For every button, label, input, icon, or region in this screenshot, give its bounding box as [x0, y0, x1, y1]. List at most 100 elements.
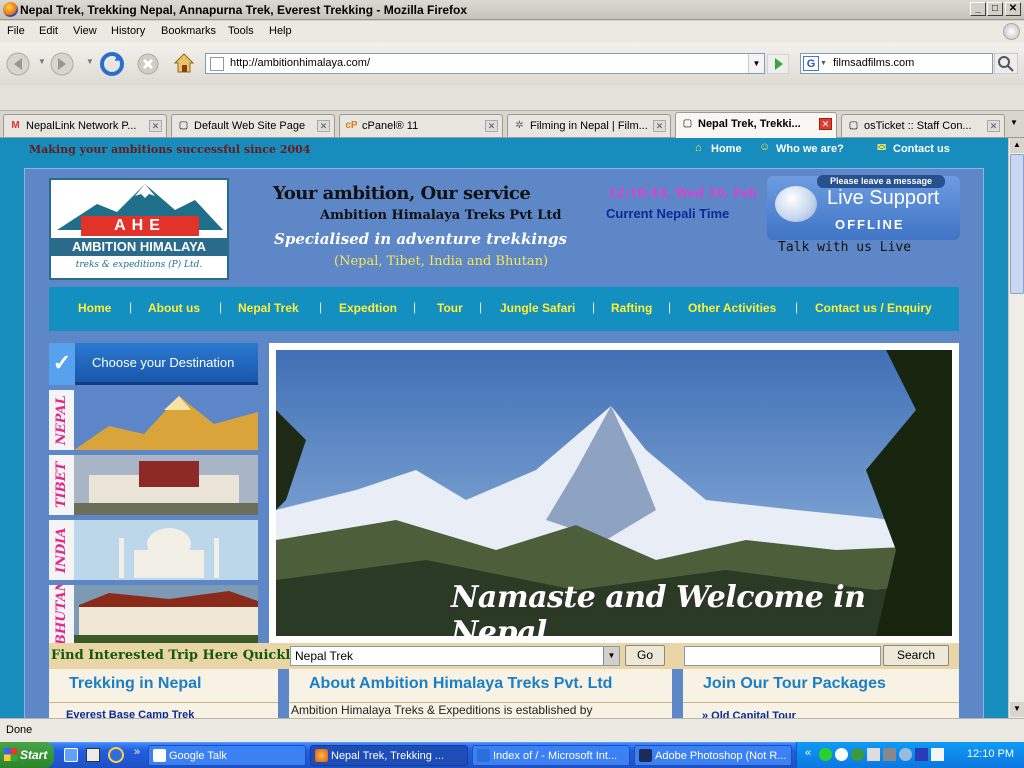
trip-select-value[interactable]: Nepal Trek	[295, 649, 353, 663]
minimize-button[interactable]: _	[970, 2, 986, 16]
tray-network-icon[interactable]	[867, 748, 880, 761]
tray-status-icon[interactable]	[835, 748, 848, 761]
tab-osticket[interactable]: ▢ osTicket :: Staff Con... ✕	[841, 114, 1005, 137]
menu-view[interactable]: View	[73, 25, 97, 37]
live-support-status: OFFLINE	[835, 217, 905, 232]
destination-label: TIBET	[49, 455, 74, 515]
taskbar-google-talk[interactable]: Google Talk	[148, 745, 306, 766]
tab-nepallink[interactable]: M NepalLink Network P... ✕	[3, 114, 167, 137]
keyword-search-input[interactable]	[684, 646, 881, 666]
forward-icon[interactable]	[50, 52, 80, 76]
tab-list-icon[interactable]: ▼	[1010, 118, 1018, 127]
site-logo[interactable]: AHE AMBITION HIMALAYA treks & expedition…	[49, 178, 229, 280]
destination-bhutan[interactable]: BHUTAN	[49, 585, 258, 645]
back-dropdown-icon[interactable]: ▼	[38, 57, 46, 66]
live-support-widget[interactable]: Please leave a message Live Support OFFL…	[767, 175, 960, 240]
nav-home[interactable]: Home	[78, 301, 111, 315]
nav-separator: |	[479, 300, 483, 314]
toplink-contact-us[interactable]: Contact us	[893, 143, 950, 155]
url-dropdown-icon[interactable]: ▼	[748, 54, 764, 73]
close-button[interactable]: ✕	[1005, 2, 1021, 16]
potala-image	[49, 455, 258, 515]
start-button[interactable]: Start	[0, 742, 54, 768]
menu-help[interactable]: Help	[269, 25, 292, 37]
tray-clock[interactable]: 12:10 PM	[967, 748, 1014, 760]
menu-file[interactable]: File	[7, 25, 25, 37]
tray-app2-icon[interactable]	[931, 748, 944, 761]
menu-edit[interactable]: Edit	[39, 25, 58, 37]
nav-separator: |	[319, 300, 323, 314]
quicklaunch-more-icon[interactable]: »	[134, 746, 140, 758]
toplink-home[interactable]: Home	[711, 143, 742, 155]
tray-expand-icon[interactable]: «	[805, 747, 811, 759]
nav-separator: |	[592, 300, 596, 314]
loading-icon: ✲	[515, 120, 524, 131]
search-engine-box[interactable]: G ▼ filmsadfilms.com	[800, 53, 993, 74]
nav-jungle-safari[interactable]: Jungle Safari	[500, 301, 575, 315]
tab-label: cPanel® 11	[362, 120, 419, 132]
nav-other-activities[interactable]: Other Activities	[688, 301, 776, 315]
home-icon[interactable]	[172, 51, 196, 75]
scroll-down-icon[interactable]: ▼	[1010, 702, 1024, 717]
tab-label: osTicket :: Staff Con...	[864, 120, 972, 132]
tray-app-icon[interactable]	[915, 748, 928, 761]
stop-icon[interactable]	[136, 52, 160, 76]
menu-history[interactable]: History	[111, 25, 145, 37]
tab-default-web-site[interactable]: ▢ Default Web Site Page ✕	[171, 114, 335, 137]
tray-volume-icon[interactable]	[883, 748, 896, 761]
tab-close-icon[interactable]: ✕	[819, 118, 832, 130]
search-icon[interactable]	[994, 53, 1018, 74]
choose-destination-label: Choose your Destination	[92, 355, 235, 370]
nav-rafting[interactable]: Rafting	[611, 301, 652, 315]
status-text: Done	[6, 724, 33, 736]
tab-close-icon[interactable]: ✕	[317, 120, 330, 132]
nav-contact-enquiry[interactable]: Contact us / Enquiry	[815, 301, 932, 315]
window-icon[interactable]	[86, 748, 100, 762]
url-bar[interactable]: http://ambitionhimalaya.com/ ▼	[205, 53, 765, 74]
tab-nepal-trek[interactable]: ▢ Nepal Trek, Trekki... ✕	[675, 112, 837, 138]
tab-close-icon[interactable]: ✕	[987, 120, 1000, 132]
show-desktop-icon[interactable]	[64, 748, 78, 762]
nav-about-us[interactable]: About us	[148, 301, 200, 315]
destination-india[interactable]: INDIA	[49, 520, 258, 580]
tray-antivirus-icon[interactable]	[851, 748, 864, 761]
select-dropdown-icon[interactable]: ▼	[603, 647, 619, 665]
tab-cpanel[interactable]: cP cPanel® 11 ✕	[339, 114, 503, 137]
taskbar-ie[interactable]: Index of / - Microsoft Int...	[472, 745, 630, 766]
tray-check-icon[interactable]	[819, 748, 832, 761]
go-arrow-icon[interactable]	[767, 54, 789, 74]
google-icon[interactable]: G	[803, 56, 819, 71]
tab-close-icon[interactable]: ✕	[653, 120, 666, 132]
menu-bookmarks[interactable]: Bookmarks	[161, 25, 216, 37]
forward-dropdown-icon[interactable]: ▼	[86, 57, 94, 66]
talk-live-text[interactable]: Talk with us Live	[778, 240, 911, 255]
menu-tools[interactable]: Tools	[228, 25, 254, 37]
taskbar-firefox[interactable]: Nepal Trek, Trekking ...	[310, 745, 468, 766]
url-text[interactable]: http://ambitionhimalaya.com/	[230, 57, 370, 69]
nav-expedition[interactable]: Expedtion	[339, 301, 397, 315]
search-button[interactable]: Search	[883, 645, 949, 666]
tab-close-icon[interactable]: ✕	[485, 120, 498, 132]
ie-icon[interactable]	[108, 747, 124, 763]
tab-close-icon[interactable]: ✕	[149, 120, 162, 132]
tab-label: Default Web Site Page	[194, 120, 306, 132]
page-scrollbar[interactable]: ▲ ▼	[1008, 138, 1024, 718]
toplink-who-we-are[interactable]: Who we are?	[776, 143, 844, 155]
destination-tibet[interactable]: TIBET	[49, 455, 258, 515]
scroll-up-icon[interactable]: ▲	[1010, 138, 1024, 153]
tab-filming-in-nepal[interactable]: ✲ Filming in Nepal | Film... ✕	[507, 114, 671, 137]
maximize-button[interactable]: □	[987, 2, 1003, 16]
engine-dropdown-icon[interactable]: ▼	[820, 60, 827, 67]
go-button[interactable]: Go	[625, 645, 665, 666]
reload-icon[interactable]	[100, 52, 126, 78]
scroll-thumb[interactable]	[1010, 154, 1024, 294]
back-icon[interactable]	[6, 52, 36, 76]
search-engine-input[interactable]: filmsadfilms.com	[833, 57, 914, 69]
tray-messenger-icon[interactable]	[899, 748, 912, 761]
nav-nepal-trek[interactable]: Nepal Trek	[238, 301, 299, 315]
bookmarks-toolbar	[0, 85, 1024, 111]
nav-tour[interactable]: Tour	[437, 301, 463, 315]
taskbar-photoshop[interactable]: Adobe Photoshop (Not R...	[634, 745, 792, 766]
destination-nepal[interactable]: NEPAL	[49, 390, 258, 450]
trip-select[interactable]: Nepal Trek ▼	[290, 646, 620, 666]
